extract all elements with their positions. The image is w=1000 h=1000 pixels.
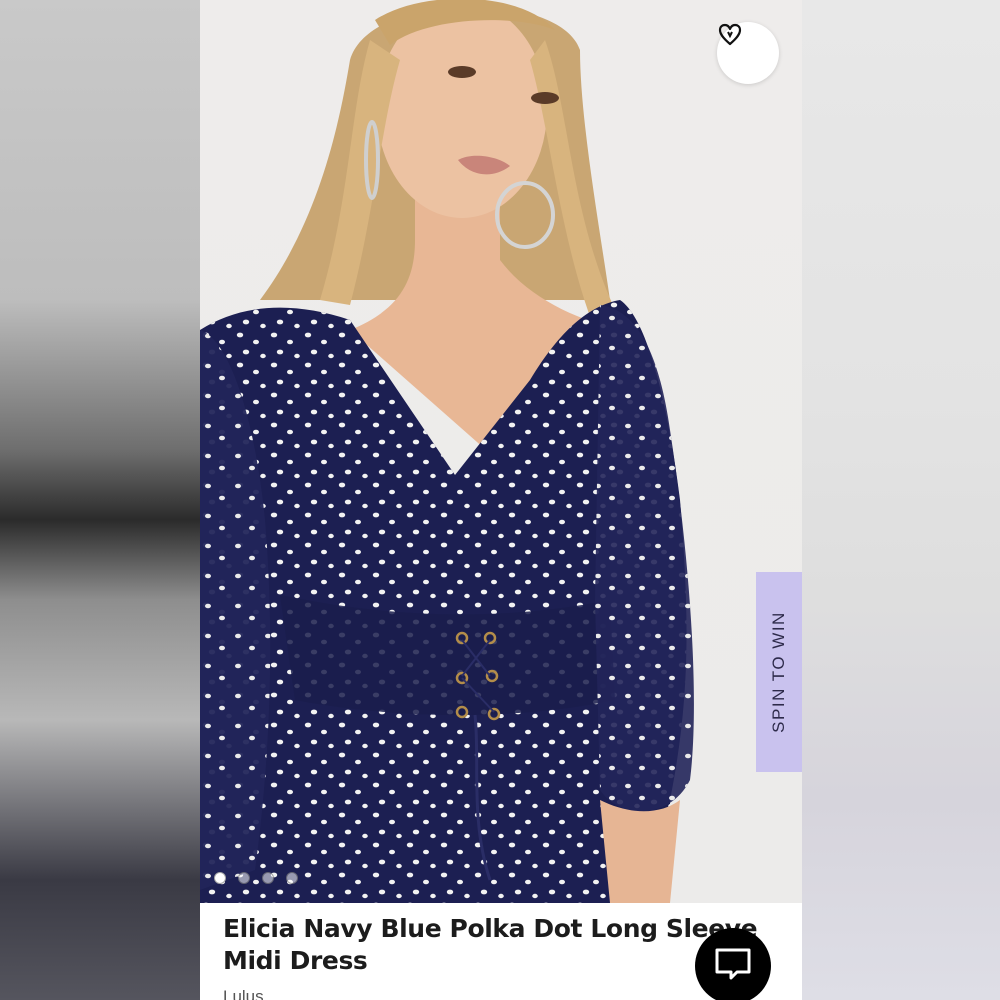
model-illustration	[200, 0, 694, 903]
gallery-dot[interactable]	[214, 872, 226, 884]
brand-name[interactable]: Lulus	[223, 987, 264, 1000]
blurred-backdrop-right	[802, 0, 1000, 1000]
blurred-backdrop-left	[0, 0, 200, 1000]
product-title: Elicia Navy Blue Polka Dot Long Sleeve M…	[223, 913, 763, 977]
product-title-line-1: Elicia Navy Blue Polka Dot Long Sleeve	[223, 914, 758, 943]
gallery-dot[interactable]	[286, 872, 298, 884]
wishlist-button[interactable]	[717, 22, 779, 84]
spin-to-win-tab[interactable]: SPIN TO WIN	[756, 572, 802, 772]
gallery-dot[interactable]	[238, 872, 250, 884]
chat-bubble-icon	[713, 946, 753, 987]
product-title-line-2: Midi Dress	[223, 946, 368, 975]
product-image[interactable]: SPIN TO WIN	[200, 0, 802, 903]
chat-button[interactable]	[695, 928, 771, 1000]
gallery-pagination	[214, 872, 298, 884]
spin-to-win-label: SPIN TO WIN	[769, 611, 789, 733]
gallery-dot[interactable]	[262, 872, 274, 884]
product-screen: SPIN TO WIN Elicia Navy Blue Polka Dot L…	[200, 0, 802, 1000]
